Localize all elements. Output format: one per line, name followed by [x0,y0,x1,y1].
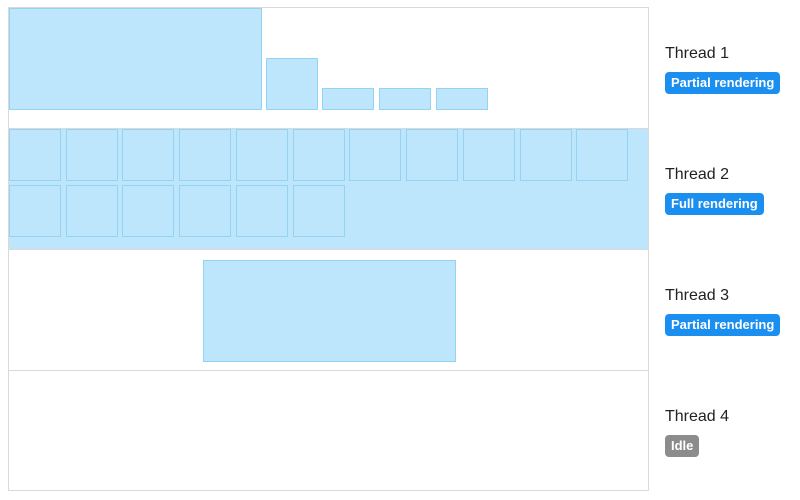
thread-2-lane [9,129,648,250]
thread-3-status-badge: Partial rendering [665,314,781,336]
thread-2-tile [236,129,288,181]
thread-1-tile-small [322,88,374,110]
rendering-canvas [8,7,649,491]
thread-1-status-badge: Partial rendering [665,72,781,94]
thread-2-status-badge: Full rendering [665,193,764,215]
thread-2-tile [406,129,458,181]
thread-2-tile [349,129,401,181]
thread-1-label: Thread 1 [665,45,730,62]
thread-2-tile [9,129,61,181]
thread-2-tile [293,129,345,181]
thread-2-tile [463,129,515,181]
thread-2-tile [122,185,174,237]
thread-3-label: Thread 3 [665,287,730,304]
thread-2-label: Thread 2 [665,166,730,183]
thread-2-tile [122,129,174,181]
thread-4-status-badge: Idle [665,435,700,457]
thread-2-tile [236,185,288,237]
thread-3-tile-large [203,260,456,362]
thread-1-tile-large [9,8,262,110]
thread-1-tile-small [379,88,431,110]
thread-1-lane [9,8,648,129]
thread-2-tile [293,185,345,237]
thread-2-tile [9,185,61,237]
thread-2-tile [66,129,118,181]
thread-2-tile [520,129,572,181]
thread-2-tile [66,185,118,237]
thread-1-tile-medium [266,58,318,110]
thread-1-tile-small [436,88,488,110]
thread-4-lane [9,371,648,492]
thread-2-tile [576,129,628,181]
thread-2-tile [179,185,231,237]
thread-4-label: Thread 4 [665,408,730,425]
thread-2-tile [179,129,231,181]
thread-3-lane [9,250,648,371]
